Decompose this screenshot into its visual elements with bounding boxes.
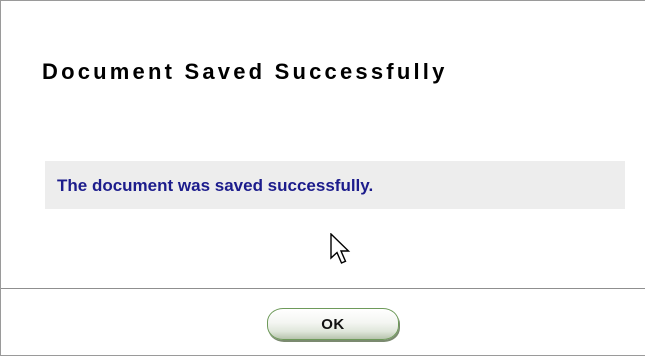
ok-button[interactable]: OK	[267, 308, 399, 340]
mouse-pointer-icon	[330, 233, 351, 264]
message-text: The document was saved successfully.	[57, 176, 374, 195]
save-confirmation-dialog: Document Saved Successfully The document…	[0, 0, 645, 356]
dialog-title: Document Saved Successfully	[42, 59, 448, 84]
message-panel: The document was saved successfully.	[45, 161, 625, 209]
footer-divider	[1, 288, 645, 289]
ok-button-label: OK	[321, 315, 345, 333]
